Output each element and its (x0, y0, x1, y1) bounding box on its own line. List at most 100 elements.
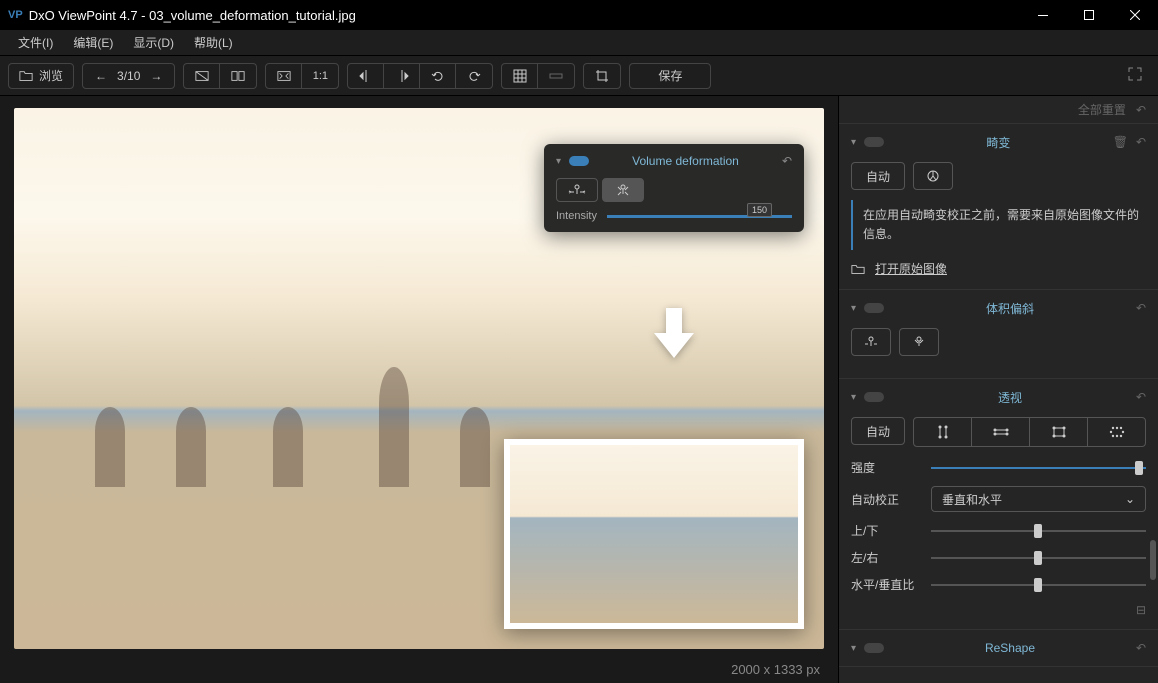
overlay-title: Volume deformation (597, 154, 774, 168)
crop-button[interactable] (584, 64, 620, 88)
fit-button[interactable] (266, 64, 302, 88)
fullscreen-icon (1128, 67, 1142, 81)
image-dimensions: 2000 x 1333 px (731, 662, 820, 677)
distortion-auto-button[interactable]: 自动 (851, 162, 905, 190)
scrollbar-thumb[interactable] (1150, 540, 1156, 580)
figure-silhouette (95, 407, 125, 487)
open-original-link[interactable]: 打开原始图像 (851, 260, 1146, 277)
ruler-icon (549, 69, 563, 83)
save-button[interactable]: 保存 (629, 63, 711, 89)
intensity-label: 强度 (851, 459, 921, 476)
flip-v-button[interactable] (384, 64, 420, 88)
perspective-rectangle-tool[interactable] (1030, 418, 1088, 446)
open-original-label: 打开原始图像 (875, 260, 947, 277)
perspective-vertical-tool[interactable] (914, 418, 972, 446)
perspective-horizontal-tool[interactable] (972, 418, 1030, 446)
section-undo-button[interactable]: ↶ (1136, 641, 1146, 655)
menu-edit[interactable]: 编辑(E) (63, 30, 123, 55)
volume-deformation-overlay: ▾ Volume deformation ↶ In (544, 144, 804, 232)
browse-button[interactable]: 浏览 (8, 63, 74, 89)
distortion-toggle[interactable] (864, 137, 884, 147)
overlay-mode-diagonal-button[interactable] (602, 178, 644, 202)
nav-next-button[interactable]: → (144, 69, 168, 83)
compare-single-icon (195, 69, 209, 83)
perspective-8point-tool[interactable] (1088, 418, 1145, 446)
vertical-lines-icon (935, 425, 951, 439)
distortion-info-text: 在应用自动畸变校正之前，需要来自原始图像文件的信息。 (851, 200, 1146, 250)
rotate-right-button[interactable] (456, 64, 492, 88)
rotate-left-button[interactable] (420, 64, 456, 88)
section-perspective-header[interactable]: ▾ 透视 ↶ (851, 387, 1146, 407)
grid-button[interactable] (502, 64, 538, 88)
delete-icon[interactable]: 🗑 (1113, 135, 1128, 149)
section-perspective: ▾ 透视 ↶ 自动 强度 (839, 379, 1158, 630)
canvas-area: ▾ Volume deformation ↶ In (0, 96, 838, 683)
nav-prev-button[interactable]: ← (89, 69, 113, 83)
overlay-intensity-value: 150 (747, 203, 772, 217)
image-viewport[interactable]: ▾ Volume deformation ↶ In (0, 96, 838, 655)
reset-all-button[interactable]: 全部重置 (1078, 101, 1126, 118)
ruler-button[interactable] (538, 64, 574, 88)
main-image: ▾ Volume deformation ↶ In (14, 108, 824, 649)
hv-ratio-slider[interactable] (931, 584, 1146, 586)
save-label: 保存 (658, 67, 682, 84)
perspective-auto-button[interactable]: 自动 (851, 417, 905, 445)
nav-group: ← 3/10 → (82, 63, 175, 89)
compare-group (183, 63, 257, 89)
overlay-undo-button[interactable]: ↶ (782, 154, 792, 168)
updown-label: 上/下 (851, 522, 921, 539)
intensity-slider[interactable] (931, 467, 1146, 469)
menu-file[interactable]: 文件(I) (8, 30, 63, 55)
close-button[interactable] (1112, 0, 1158, 30)
zoom-group: 1:1 (265, 63, 339, 89)
flip-h-icon (359, 69, 373, 83)
undo-all-button[interactable]: ↶ (1136, 103, 1146, 117)
distortion-manual-button[interactable] (913, 162, 953, 190)
section-undo-button[interactable]: ↶ (1136, 301, 1146, 315)
compare-split-button[interactable] (220, 64, 256, 88)
section-volume: ▾ 体积偏斜 ↶ (839, 290, 1158, 379)
menu-help[interactable]: 帮助(L) (184, 30, 243, 55)
maximize-button[interactable] (1066, 0, 1112, 30)
right-panel: 全部重置 ↶ ▾ 畸变 🗑 ↶ 自动 在应用 (838, 96, 1158, 683)
updown-slider[interactable] (931, 530, 1146, 532)
volume-mode-horizontal-button[interactable] (851, 328, 891, 356)
nav-counter: 3/10 (117, 69, 140, 83)
section-distortion: ▾ 畸变 🗑 ↶ 自动 在应用自动畸变校正之前，需要来自原始图像文件的信息。 (839, 124, 1158, 290)
perspective-more-button[interactable]: ⊟ (851, 603, 1146, 617)
rotate-right-icon (467, 69, 481, 83)
fullscreen-button[interactable] (1120, 67, 1150, 84)
reshape-title: ReShape (892, 641, 1128, 655)
menu-view[interactable]: 显示(D) (123, 30, 184, 55)
zoom-100-button[interactable]: 1:1 (302, 64, 338, 88)
menubar: 文件(I) 编辑(E) 显示(D) 帮助(L) (0, 30, 1158, 56)
volume-toggle[interactable] (864, 303, 884, 313)
hv-ratio-label: 水平/垂直比 (851, 576, 921, 593)
section-distortion-header[interactable]: ▾ 畸变 🗑 ↶ (851, 132, 1146, 152)
section-volume-header[interactable]: ▾ 体积偏斜 ↶ (851, 298, 1146, 318)
distortion-title: 畸变 (892, 134, 1105, 151)
section-undo-button[interactable]: ↶ (1136, 135, 1146, 149)
compare-single-button[interactable] (184, 64, 220, 88)
crop-group (583, 63, 621, 89)
minimize-button[interactable] (1020, 0, 1066, 30)
overlay-collapse-button[interactable]: ▾ (556, 156, 561, 167)
leftright-slider[interactable] (931, 557, 1146, 559)
distortion-manual-icon (924, 168, 942, 184)
chevron-down-icon: ⌄ (1125, 492, 1135, 506)
overlay-intensity-slider[interactable]: 150 (607, 215, 792, 218)
volume-mode-diagonal-button[interactable] (899, 328, 939, 356)
down-arrow-graphic (654, 308, 694, 358)
figure-silhouette (379, 367, 409, 487)
overlay-toggle[interactable] (569, 156, 589, 166)
flip-h-button[interactable] (348, 64, 384, 88)
figure-silhouette (273, 407, 303, 487)
volume-title: 体积偏斜 (892, 300, 1128, 317)
diagonal-person-icon (910, 335, 928, 349)
perspective-toggle[interactable] (864, 392, 884, 402)
reshape-toggle[interactable] (864, 643, 884, 653)
auto-correct-select[interactable]: 垂直和水平 ⌄ (931, 486, 1146, 512)
section-reshape-header[interactable]: ▾ ReShape ↶ (851, 638, 1146, 658)
overlay-mode-horizontal-button[interactable] (556, 178, 598, 202)
section-undo-button[interactable]: ↶ (1136, 390, 1146, 404)
